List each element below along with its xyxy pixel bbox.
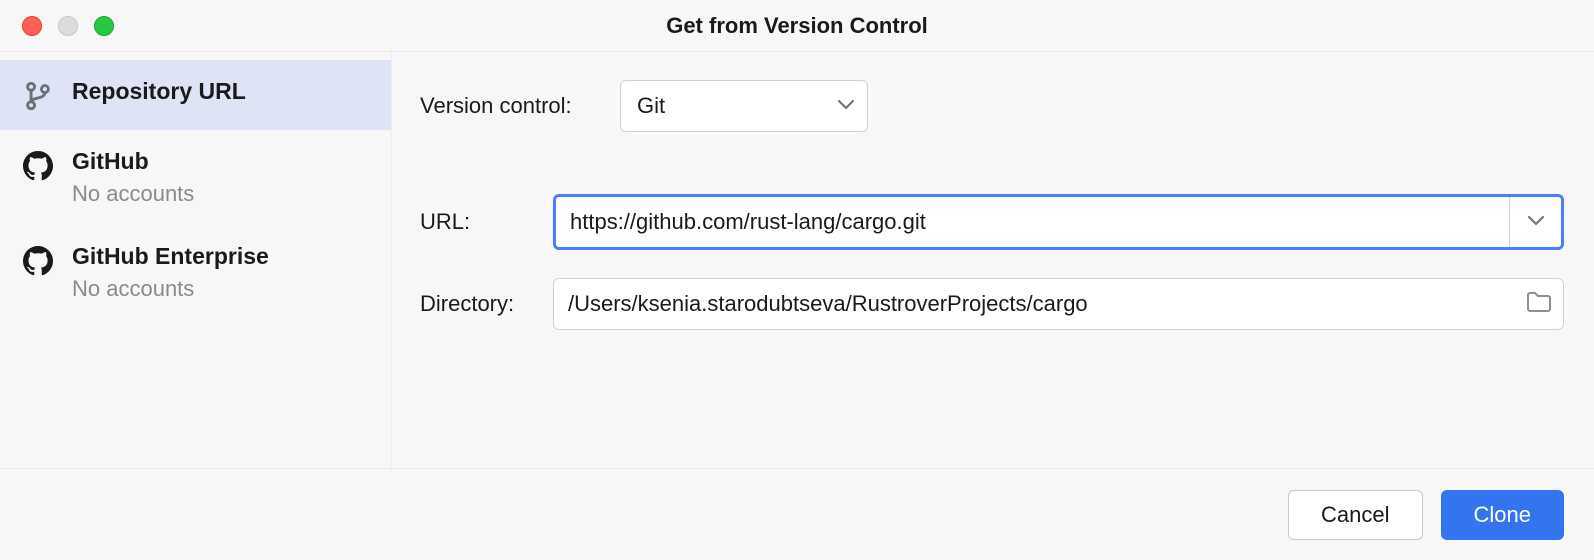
directory-row: Directory: bbox=[420, 278, 1564, 330]
sidebar-item-sublabel: No accounts bbox=[72, 181, 194, 207]
version-control-value: Git bbox=[637, 93, 665, 119]
browse-directory-button[interactable] bbox=[1515, 291, 1563, 318]
sidebar: Repository URL GitHub No accounts GitHub bbox=[0, 52, 392, 468]
version-control-select[interactable]: Git bbox=[620, 80, 868, 132]
url-field bbox=[553, 194, 1564, 250]
sidebar-item-github[interactable]: GitHub No accounts bbox=[0, 130, 391, 225]
close-window-button[interactable] bbox=[22, 16, 42, 36]
url-history-dropdown[interactable] bbox=[1509, 197, 1561, 247]
directory-input[interactable] bbox=[554, 291, 1515, 317]
sidebar-item-github-enterprise[interactable]: GitHub Enterprise No accounts bbox=[0, 225, 391, 320]
sidebar-item-label: GitHub Enterprise bbox=[72, 243, 269, 270]
chevron-down-icon bbox=[1528, 213, 1544, 231]
version-control-row: Version control: Git bbox=[420, 80, 1564, 132]
sidebar-item-repository-url[interactable]: Repository URL bbox=[0, 60, 391, 130]
window-controls bbox=[0, 16, 114, 36]
directory-field bbox=[553, 278, 1564, 330]
minimize-window-button[interactable] bbox=[58, 16, 78, 36]
github-icon bbox=[22, 245, 54, 277]
titlebar: Get from Version Control bbox=[0, 0, 1594, 52]
branch-icon bbox=[22, 80, 54, 112]
sidebar-item-sublabel: No accounts bbox=[72, 276, 269, 302]
sidebar-item-text: GitHub No accounts bbox=[72, 148, 194, 207]
directory-label: Directory: bbox=[420, 291, 553, 317]
sidebar-item-text: GitHub Enterprise No accounts bbox=[72, 243, 269, 302]
footer: Cancel Clone bbox=[0, 468, 1594, 560]
sidebar-item-label: GitHub bbox=[72, 148, 194, 175]
folder-icon bbox=[1526, 291, 1552, 318]
main-area: Repository URL GitHub No accounts GitHub bbox=[0, 52, 1594, 468]
maximize-window-button[interactable] bbox=[94, 16, 114, 36]
cancel-button[interactable]: Cancel bbox=[1288, 490, 1422, 540]
sidebar-item-text: Repository URL bbox=[72, 78, 246, 105]
github-icon bbox=[22, 150, 54, 182]
clone-button[interactable]: Clone bbox=[1441, 490, 1564, 540]
url-label: URL: bbox=[420, 209, 553, 235]
window-title: Get from Version Control bbox=[666, 13, 928, 39]
content-panel: Version control: Git URL: bbox=[392, 52, 1594, 468]
version-control-label: Version control: bbox=[420, 93, 620, 119]
sidebar-item-label: Repository URL bbox=[72, 78, 246, 105]
url-row: URL: bbox=[420, 194, 1564, 250]
url-input[interactable] bbox=[556, 197, 1509, 247]
